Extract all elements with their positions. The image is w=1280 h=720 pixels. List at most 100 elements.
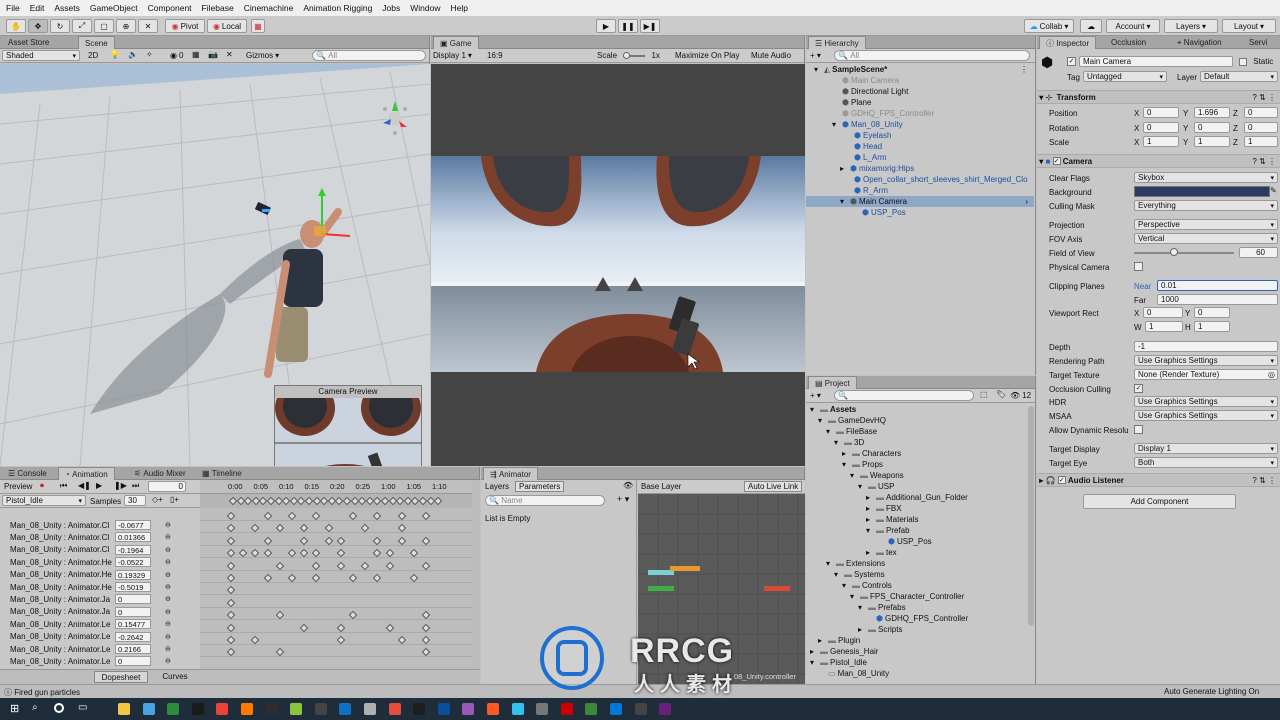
tab-game[interactable]: ▣ Game <box>433 36 479 49</box>
keyframe[interactable] <box>421 635 431 645</box>
hierarchy-create-button[interactable]: + ▾ <box>810 51 821 60</box>
keyframe[interactable] <box>421 610 431 620</box>
after-effects-icon[interactable] <box>462 703 475 715</box>
animation-property-row[interactable]: Man_08_Unity : Animator.Cl -0.0677 ⊖ <box>0 519 196 531</box>
keyframe[interactable] <box>226 511 236 521</box>
keyframe[interactable] <box>397 524 407 533</box>
pivot-toggle[interactable]: ◉ Pivot <box>165 19 205 33</box>
object-picker-icon[interactable]: ◎ <box>1268 370 1275 379</box>
keyframe[interactable] <box>312 561 321 570</box>
expand-arrow-icon[interactable]: ▾ <box>842 460 850 469</box>
keyframe[interactable] <box>373 548 382 558</box>
property-value-field[interactable]: 0.19329 <box>115 569 151 580</box>
keyframe[interactable] <box>348 610 358 620</box>
keyframe[interactable] <box>226 536 236 546</box>
menu-item-file[interactable]: File <box>6 3 20 13</box>
property-value-field[interactable]: 0 <box>115 594 151 605</box>
tab-navigation[interactable]: ⌖ Navigation <box>1171 36 1228 49</box>
hierarchy-item[interactable]: ⬢ Head <box>806 141 1034 152</box>
aspect-dropdown[interactable]: 16:9 <box>487 51 503 60</box>
project-item[interactable]: ▸ ▬ Scripts <box>806 624 902 635</box>
tab-animator[interactable]: ⇶ Animator <box>483 467 538 480</box>
expand-arrow-icon[interactable]: ▾ <box>814 65 822 74</box>
expand-arrow-icon[interactable]: ▾ <box>858 603 866 612</box>
expand-arrow-icon[interactable]: ▸ <box>842 449 850 458</box>
keyframe[interactable] <box>263 511 272 521</box>
project-item[interactable]: ▸ ▬ FBX <box>806 503 902 514</box>
project-item[interactable]: ⬢ GDHQ_FPS_Controller <box>806 613 968 624</box>
tab-hierarchy[interactable]: ☰ Hierarchy <box>808 36 866 49</box>
grid-icon[interactable]: ▦ <box>192 50 200 59</box>
eyedropper-icon[interactable]: ✎ <box>1270 186 1277 195</box>
tab-scene[interactable]: Scene <box>78 36 115 49</box>
menu-item-help[interactable]: Help <box>451 3 468 13</box>
parameters-tab[interactable]: Parameters <box>515 481 565 492</box>
curve-toggle-icon[interactable]: ⊖ <box>165 608 171 616</box>
keyframe[interactable] <box>299 524 309 533</box>
account-dropdown[interactable]: Account ▾ <box>1106 19 1160 33</box>
keyframe[interactable] <box>226 598 236 608</box>
expand-arrow-icon[interactable]: ▾ <box>850 592 858 601</box>
auto-live-link-toggle[interactable]: Auto Live Link <box>744 481 803 492</box>
tab-occlusion[interactable]: Occlusion <box>1105 36 1152 49</box>
culling-mask-dropdown[interactable]: Everything <box>1134 200 1278 211</box>
project-item[interactable]: ▾ ▬ FPS_Character_Controller <box>806 591 964 602</box>
tab-services[interactable]: Servi <box>1243 36 1273 49</box>
app-icon[interactable] <box>364 703 376 715</box>
keyframe[interactable] <box>275 610 285 620</box>
animation-property-row[interactable]: Man_08_Unity : Animator.Ja 0 ⊖ <box>0 606 196 618</box>
tab-asset-store[interactable]: Asset Store <box>2 36 55 49</box>
keyframe[interactable] <box>360 524 370 533</box>
rendering-path-dropdown[interactable]: Use Graphics Settings <box>1134 355 1278 366</box>
hierarchy-item[interactable]: ⬢ Eyelash <box>806 130 1034 141</box>
collab-dropdown[interactable]: ☁ Collab ▾ <box>1024 19 1074 33</box>
keyframe[interactable] <box>373 536 382 546</box>
curve-toggle-icon[interactable]: ⊖ <box>165 645 171 653</box>
app-icon[interactable] <box>241 703 253 715</box>
add-event-icon[interactable]: ▯+ <box>170 495 179 504</box>
menu-item-assets[interactable]: Assets <box>54 3 80 13</box>
expand-arrow-icon[interactable]: ▾ <box>810 405 818 414</box>
keyframe[interactable] <box>312 573 321 583</box>
keyframe[interactable] <box>336 635 346 645</box>
menu-item-component[interactable]: Component <box>148 3 192 13</box>
keyframe[interactable] <box>324 524 333 533</box>
far-field[interactable]: 1000 <box>1157 294 1278 305</box>
menu-item-cinemachine[interactable]: Cinemachine <box>244 3 294 13</box>
project-create-button[interactable]: + ▾ <box>810 391 821 400</box>
game-viewport[interactable] <box>431 64 805 466</box>
keyframe[interactable] <box>336 548 346 558</box>
tab-project[interactable]: ▤ Project <box>808 376 857 389</box>
property-value-field[interactable]: 0.2166 <box>115 644 151 654</box>
expand-arrow-icon[interactable]: ▸ <box>866 548 874 557</box>
keyframe[interactable] <box>385 561 394 570</box>
animation-property-row[interactable]: Man_08_Unity : Animator.Le 0.2166 ⊖ <box>0 643 196 655</box>
mute-audio-toggle[interactable]: Mute Audio <box>751 51 791 60</box>
keyframe[interactable] <box>299 548 309 558</box>
project-item[interactable]: ▭ Man_08_Unity <box>806 668 889 679</box>
keyframe[interactable] <box>287 548 297 558</box>
fov-slider-handle[interactable] <box>1170 248 1178 256</box>
property-value-field[interactable]: 0.01366 <box>115 532 151 543</box>
keyframe[interactable] <box>409 548 419 558</box>
keyframe[interactable] <box>226 573 236 583</box>
summary-keyframe[interactable] <box>433 496 443 506</box>
app-icon[interactable] <box>511 703 524 715</box>
fov-field[interactable]: 60 <box>1239 247 1278 258</box>
app-icon[interactable] <box>585 703 598 715</box>
curve-toggle-icon[interactable]: ⊖ <box>165 571 171 579</box>
property-value-field[interactable]: -0.0522 <box>115 557 151 568</box>
keyframe[interactable] <box>287 573 297 583</box>
fov-axis-dropdown[interactable]: Vertical <box>1134 233 1278 244</box>
keyframe[interactable] <box>251 635 260 645</box>
expand-arrow-icon[interactable]: ▸ <box>858 625 866 634</box>
add-component-button[interactable]: Add Component <box>1083 494 1236 509</box>
viewport-x-field[interactable]: 0 <box>1143 307 1183 318</box>
rot-y-field[interactable]: 0 <box>1194 122 1230 133</box>
animation-property-row[interactable]: Man_08_Unity : Animator.Le -0.2642 ⊖ <box>0 631 196 643</box>
scene-menu-icon[interactable]: ⋮ <box>1020 65 1028 74</box>
browser-icon[interactable] <box>142 703 155 715</box>
pos-x-field[interactable]: 0 <box>1143 107 1179 118</box>
steam-icon[interactable] <box>167 703 180 715</box>
viewport-w-field[interactable]: 1 <box>1145 321 1183 332</box>
